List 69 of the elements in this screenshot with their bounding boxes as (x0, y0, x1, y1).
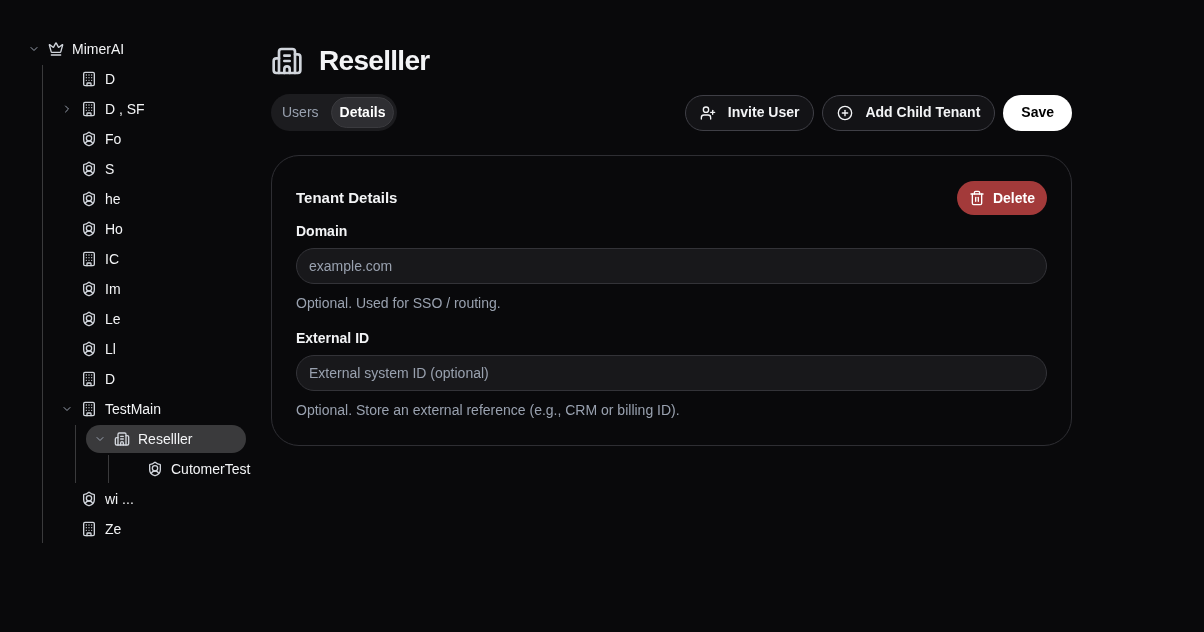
action-button[interactable]: Add Child Tenant (822, 94, 996, 131)
tree-item[interactable]: he (53, 185, 213, 213)
tree-item[interactable]: CutomerTest (119, 455, 279, 483)
plus-circle-icon (837, 104, 854, 121)
building-icon (81, 401, 97, 417)
tree-item-label: MimerAI (72, 39, 125, 59)
tree-item-label: D (105, 369, 116, 389)
input-field[interactable]: example.com (296, 248, 1047, 284)
building-icon (81, 251, 97, 267)
building-icon (81, 101, 97, 117)
help-text: Optional. Store an external reference (e.g., CRM or billing ID). (296, 401, 681, 420)
delete-button[interactable]: Delete (956, 181, 1047, 215)
save-button[interactable]: Save (1003, 94, 1072, 131)
tree-item-label: he (105, 189, 121, 209)
tree-item-label: CutomerTest (171, 459, 251, 479)
card-title: Tenant Details (296, 187, 398, 208)
tree-item-label: Ho (105, 219, 123, 239)
tree-item[interactable]: Ll (53, 335, 213, 363)
field-label: Domain (296, 222, 349, 241)
building-icon (81, 371, 97, 387)
tree-item-label: Ll (105, 339, 116, 359)
tree-item-label: TestMain (105, 399, 162, 419)
tree-item[interactable]: D , SF (53, 95, 213, 123)
tree-item-label: Ze (105, 519, 122, 539)
tree-item[interactable]: wi ... (53, 485, 213, 513)
tree-item[interactable]: S (53, 155, 213, 183)
tree-item-label: Le (105, 309, 121, 329)
tree-item-label: Reselller (138, 429, 193, 449)
tree-item[interactable]: Reselller (86, 425, 246, 453)
tree-item-label: wi ... (105, 489, 134, 509)
help-text: Optional. Used for SSO / routing. (296, 294, 502, 313)
tree-item[interactable]: D (53, 65, 213, 93)
shield-user-icon (81, 131, 97, 147)
tree-item[interactable]: Fo (53, 125, 213, 153)
tree-item[interactable]: IC (53, 245, 213, 273)
tab[interactable]: Users (274, 97, 327, 128)
shield-user-icon (81, 491, 97, 507)
building-icon (271, 45, 303, 77)
crown-icon (48, 41, 64, 57)
shield-user-icon (81, 311, 97, 327)
input-field[interactable]: External system ID (optional) (296, 355, 1047, 391)
shield-user-icon (81, 191, 97, 207)
tree-item[interactable]: Le (53, 305, 213, 333)
tree-item-label: Fo (105, 129, 122, 149)
tree-item-label: IC (105, 249, 119, 269)
shield-user-icon (81, 221, 97, 237)
tree-item[interactable]: Ze (53, 515, 213, 543)
tree-item[interactable]: TestMain (53, 395, 213, 423)
tab[interactable]: Details (330, 97, 395, 128)
page-title: Reselller (319, 44, 430, 78)
shield-user-icon (81, 161, 97, 177)
tree-item-label: Im (105, 279, 121, 299)
action-button[interactable]: Invite User (684, 94, 815, 131)
tree-item[interactable]: MimerAI (20, 35, 180, 63)
building-icon (114, 431, 130, 447)
shield-user-icon (147, 461, 163, 477)
trash-icon (968, 190, 985, 206)
building-icon (81, 521, 97, 537)
field-label: External ID (296, 329, 371, 348)
tree-item-label: S (105, 159, 115, 179)
tree-item-label: D (105, 69, 116, 89)
tree-item-label: D , SF (105, 99, 145, 119)
tree-item[interactable]: Ho (53, 215, 213, 243)
building-icon (81, 71, 97, 87)
tree-item[interactable]: Im (53, 275, 213, 303)
user-plus-icon (699, 104, 716, 121)
shield-user-icon (81, 341, 97, 357)
tree-item[interactable]: D (53, 365, 213, 393)
shield-user-icon (81, 281, 97, 297)
